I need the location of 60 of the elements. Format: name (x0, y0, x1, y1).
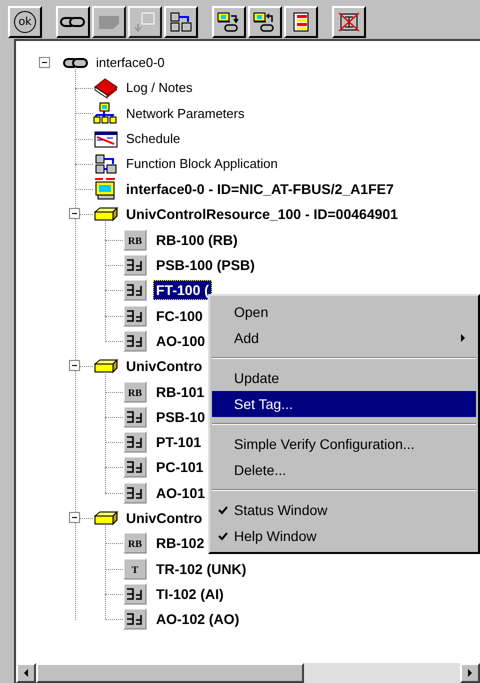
tree-item[interactable]: PSB-10 (153, 406, 208, 427)
toolbar-button[interactable] (248, 6, 282, 38)
menu-item[interactable]: Add (212, 325, 476, 351)
book-icon (93, 76, 119, 99)
menu-item[interactable]: Set Tag... (212, 391, 476, 417)
tree-item[interactable]: AO-102 (AO) (153, 609, 242, 630)
tree-item[interactable]: RB-101 (153, 382, 208, 402)
tree-item[interactable]: Function Block Application (123, 154, 281, 174)
left-arrow-icon (22, 668, 30, 678)
menu-item[interactable]: Simple Verify Configuration... (212, 431, 476, 457)
scroll-left-button[interactable] (16, 663, 36, 683)
checkmark-icon (218, 505, 228, 515)
tree-item[interactable]: UnivContro (123, 356, 206, 376)
checkmark-icon (218, 531, 228, 541)
tree-item[interactable]: FC-100 (153, 306, 206, 326)
collapse-toggle[interactable] (39, 56, 50, 68)
menu-item[interactable]: Delete... (212, 457, 476, 483)
tree-item[interactable]: PC-101 (153, 457, 206, 478)
tree-item[interactable]: Log / Notes (123, 78, 196, 98)
block-icon: RB (123, 228, 149, 251)
tree-item[interactable]: PT-101 (153, 432, 204, 452)
tree-item[interactable]: UnivControlResource_100 - ID=00464901 (123, 204, 401, 224)
toolbar-button[interactable] (164, 6, 198, 38)
collapse-toggle[interactable] (69, 208, 80, 220)
menu-item[interactable]: Open (212, 299, 476, 325)
function-blocks-icon (93, 152, 119, 175)
menu-item[interactable]: Help Window (212, 523, 476, 549)
tree-item[interactable]: RB-102 (153, 533, 208, 554)
toolbar-button[interactable] (56, 6, 90, 38)
tree-item[interactable]: PSB-100 (PSB) (153, 255, 258, 276)
scroll-thumb[interactable] (36, 663, 304, 683)
tree-item[interactable]: TR-102 (UNK) (153, 558, 250, 579)
tree-item[interactable]: AO-101 (153, 482, 208, 503)
toolbar-button[interactable] (284, 6, 318, 38)
tree-item[interactable]: Schedule (123, 129, 184, 148)
tree-item[interactable]: interface0-0 - ID=NIC_AT-FBUS/2_A1FE7 (123, 179, 397, 200)
submenu-arrow-icon (460, 333, 466, 343)
block-icon: T (123, 558, 149, 580)
block-icon: RB (123, 380, 149, 402)
network-icon (93, 102, 119, 124)
right-arrow-icon (466, 668, 474, 678)
collapse-toggle[interactable] (69, 360, 80, 372)
tree-item[interactable]: RB-100 (RB) (153, 230, 241, 250)
tree-item[interactable]: Network Parameters (123, 104, 248, 123)
horizontal-scrollbar[interactable] (16, 663, 480, 683)
tree-item[interactable]: TI-102 (AI) (153, 584, 227, 604)
menu-item[interactable]: Status Window (212, 497, 476, 523)
toolbar-button[interactable]: ok (8, 6, 42, 38)
tree-item[interactable]: UnivContro (123, 508, 206, 528)
tree-item[interactable]: interface0-0 (93, 53, 168, 72)
tree-item[interactable]: FT-100 ( (153, 280, 212, 300)
scroll-right-button[interactable] (460, 663, 480, 683)
toolbar-button[interactable] (332, 6, 366, 38)
menu-item[interactable]: Update (212, 365, 476, 391)
crossed-out-icon (336, 12, 362, 32)
block-icon: RB (123, 532, 149, 554)
toolbar-button[interactable] (212, 6, 246, 38)
collapse-toggle[interactable] (69, 512, 80, 523)
function-blocks-icon (168, 12, 194, 32)
tree-item[interactable]: AO-100 (153, 330, 208, 351)
